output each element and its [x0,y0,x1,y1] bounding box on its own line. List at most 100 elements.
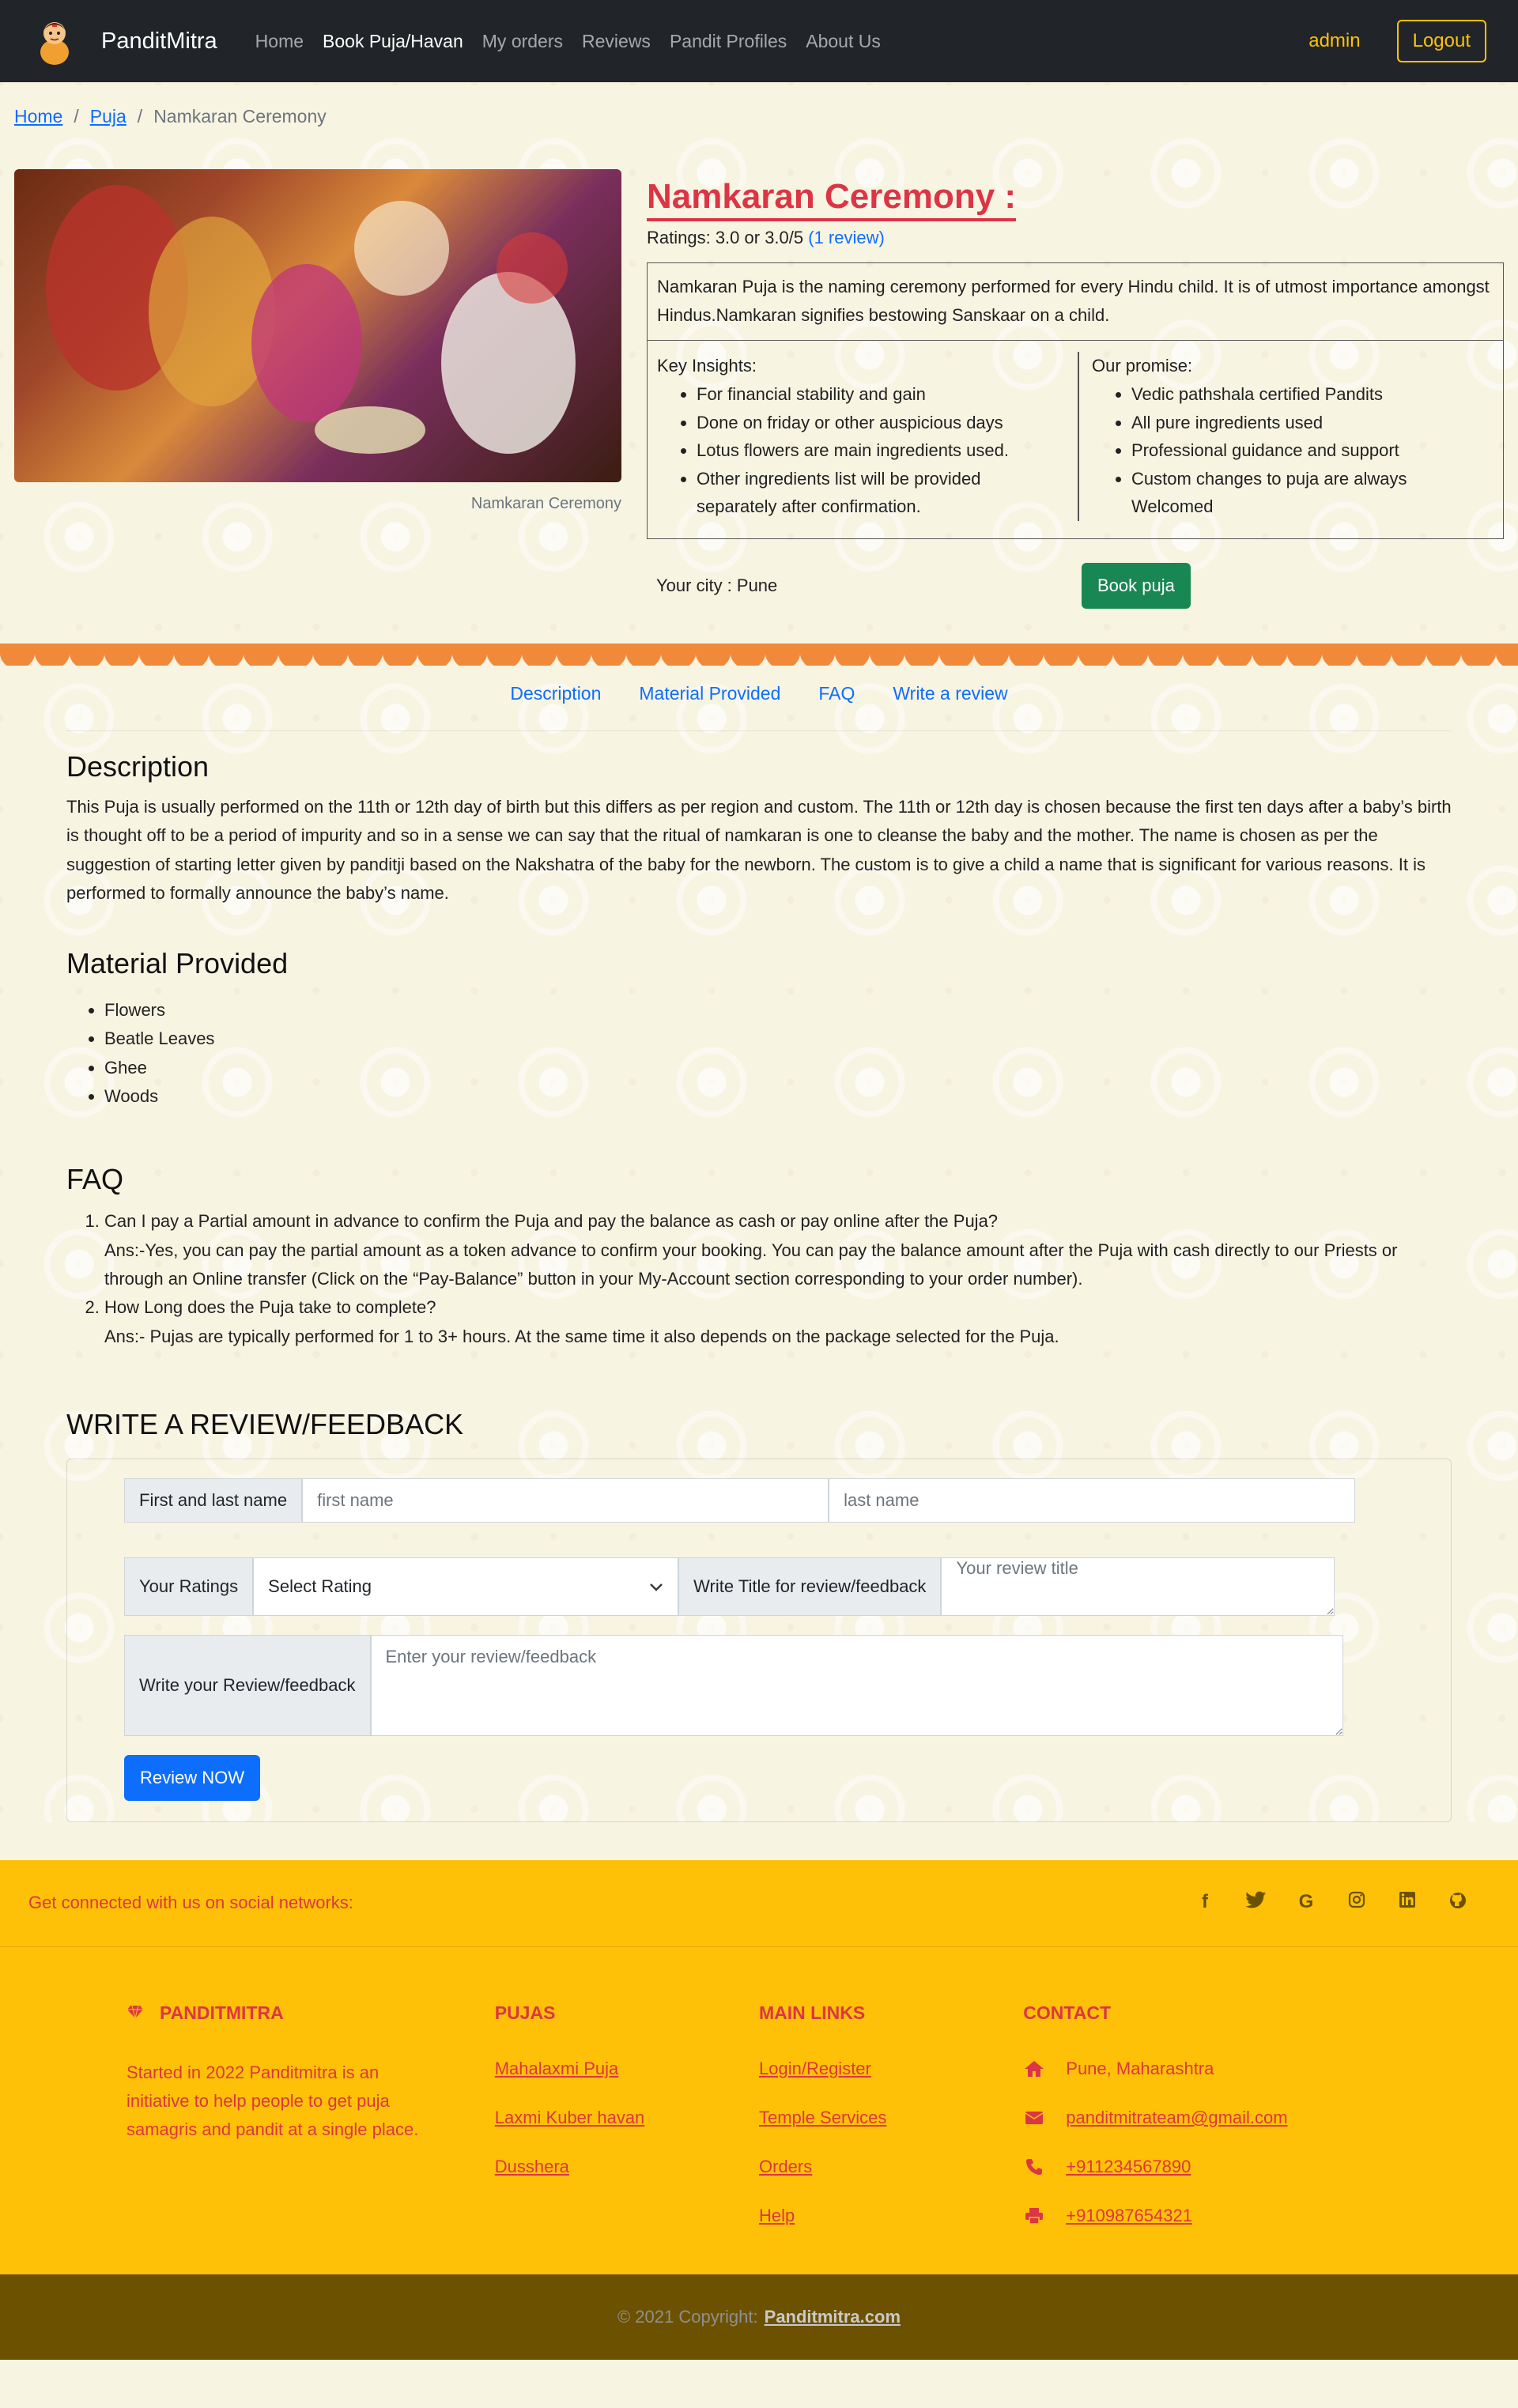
puja-details: Namkaran Ceremony : Ratings: 3.0 or 3.0/… [647,169,1504,644]
breadcrumb-home[interactable]: Home [14,106,62,169]
promise-item: Professional guidance and support [1131,436,1493,465]
footer-puja-link[interactable]: Dusshera [495,2157,759,2177]
footer: Get connected with us on social networks… [0,1859,1518,2360]
faq-answer: Ans:- Pujas are typically performed for … [104,1326,1059,1346]
breadcrumb-separator: / [74,106,79,126]
material-item: Beatle Leaves [104,1025,1452,1053]
faq-question: Can I pay a Partial amount in advance to… [104,1211,999,1232]
material-section: Material Provided Flowers Beatle Leaves … [0,947,1518,1111]
footer-about-text: Started in 2022 Panditmitra is an initia… [126,2062,419,2140]
contact-email-link[interactable]: panditmitrateam@gmail.com [1066,2108,1287,2128]
footer-puja-link[interactable]: Laxmi Kuber havan [495,2108,759,2128]
nav-link-home[interactable]: Home [246,31,313,52]
review-title-input[interactable] [941,1557,1335,1616]
tab-faq[interactable]: FAQ [818,683,855,730]
footer-main-link[interactable]: Help [759,2206,1023,2226]
breadcrumb-puja[interactable]: Puja [90,106,126,169]
nav-links: Home Book Puja/Havan My orders Reviews P… [246,31,890,52]
review-title-label: Write Title for review/feedback [678,1557,942,1616]
material-list: Flowers Beatle Leaves Ghee Woods [66,996,1452,1111]
material-heading: Material Provided [66,947,289,980]
hero-image-column: Namkaran Ceremony [14,169,621,644]
envelope-icon [1023,2111,1045,2125]
brand-name[interactable]: PanditMitra [101,28,217,55]
puja-hero: Namkaran Ceremony Namkaran Ceremony : Ra… [0,169,1518,644]
copyright-bar: © 2021 Copyright: Panditmitra.com [0,2274,1518,2360]
insight-item: Other ingredients list will be provided … [697,465,1059,521]
brand-logo-icon[interactable] [32,15,77,67]
nav-link-my-orders[interactable]: My orders [473,31,572,52]
footer-main-link[interactable]: Orders [759,2157,1023,2177]
contact-email: panditmitrateam@gmail.com [1023,2108,1392,2128]
image-caption: Namkaran Ceremony [470,495,621,512]
breadcrumb: Home / Puja / Namkaran Ceremony [0,82,1518,169]
faq-item: How Long does the Puja take to complete?… [104,1293,1452,1351]
top-navbar: PanditMitra Home Book Puja/Havan My orde… [0,0,1518,82]
contact-address: Pune, Maharashtra [1023,2059,1392,2079]
tab-write-review[interactable]: Write a review [893,683,1007,730]
twitter-icon[interactable] [1245,1891,1266,1915]
contact-phone: +911234567890 [1023,2157,1392,2177]
footer-main-link[interactable]: Temple Services [759,2108,1023,2128]
contact-phone-link[interactable]: +911234567890 [1066,2157,1191,2177]
linkedin-icon[interactable] [1398,1891,1417,1915]
contact-address-text: Pune, Maharashtra [1066,2058,1214,2078]
breadcrumb-separator: / [137,106,143,126]
nav-link-reviews[interactable]: Reviews [572,31,660,52]
city-row: Your city : Pune Book puja [647,563,1504,609]
faq-item: Can I pay a Partial amount in advance to… [104,1207,1452,1293]
nav-link-pandit-profiles[interactable]: Pandit Profiles [660,31,796,52]
facebook-icon[interactable]: f [1195,1891,1214,1915]
github-icon[interactable] [1448,1891,1467,1915]
description-section: Description This Puja is usually perform… [0,750,1518,908]
tab-description[interactable]: Description [510,683,601,730]
footer-pujas: PUJAS Mahalaxmi Puja Laxmi Kuber havan D… [495,2002,759,2274]
puja-image [14,169,621,482]
our-promise-title: Our promise: [1092,356,1193,376]
last-name-input[interactable] [829,1478,1356,1523]
review-body-label: Write your Review/feedback [124,1634,371,1736]
footer-links-heading: MAIN LINKS [759,2002,866,2023]
nav-link-book-puja[interactable]: Book Puja/Havan [313,31,473,52]
our-promise-list: Vedic pathshala certified Pandits All pu… [1092,380,1493,521]
faq-question: How Long does the Puja take to complete? [104,1297,436,1318]
copyright-link[interactable]: Panditmitra.com [765,2307,901,2327]
info-columns: Key Insights: For financial stability an… [648,341,1503,538]
contact-fax-link[interactable]: +910987654321 [1066,2206,1192,2226]
footer-contact-heading: CONTACT [1023,2002,1111,2023]
nav-link-about-us[interactable]: About Us [796,31,890,52]
footer-pujas-heading: PUJAS [494,2002,556,2023]
footer-about-heading: PANDITMITRA [126,2002,495,2024]
review-submit-button[interactable]: Review NOW [124,1754,261,1801]
tab-material-provided[interactable]: Material Provided [639,683,780,730]
review-body-input[interactable] [370,1634,1343,1736]
faq-answer: Ans:-Yes, you can pay the partial amount… [104,1240,1398,1289]
user-name[interactable]: admin [1308,30,1360,52]
material-item: Ghee [104,1054,1452,1082]
logout-button[interactable]: Logout [1396,20,1486,62]
city-text: Your city : Pune [656,576,778,595]
rating-select[interactable]: Select Rating [253,1557,679,1616]
phone-icon [1023,2158,1045,2176]
social-text: Get connected with us on social networks… [28,1893,353,1913]
book-puja-button[interactable]: Book puja [1082,563,1191,609]
home-icon [1023,2060,1045,2078]
footer-main-link[interactable]: Login/Register [759,2059,1023,2079]
social-icons: f G [1195,1891,1467,1915]
faq-list: Can I pay a Partial amount in advance to… [66,1207,1452,1350]
promise-item: Vedic pathshala certified Pandits [1131,380,1493,409]
review-count-link[interactable]: (1 review) [808,228,885,247]
copyright-text: © 2021 Copyright: [617,2306,758,2327]
info-box: Namkaran Puja is the naming ceremony per… [647,262,1504,539]
instagram-icon[interactable] [1347,1891,1366,1915]
rating-select-value: Select Rating [268,1576,372,1596]
footer-main: PANDITMITRA Started in 2022 Panditmitra … [0,1946,1518,2274]
first-name-input[interactable] [302,1478,829,1523]
gem-icon [126,2002,144,2024]
contact-fax: +910987654321 [1023,2206,1392,2226]
footer-puja-link[interactable]: Mahalaxmi Puja [495,2059,759,2079]
review-section: WRITE A REVIEW/FEEDBACK First and last n… [0,1408,1518,1822]
nav-right: admin Logout [1308,20,1486,62]
breadcrumb-current: Namkaran Ceremony [153,106,327,126]
google-icon[interactable]: G [1297,1891,1316,1915]
